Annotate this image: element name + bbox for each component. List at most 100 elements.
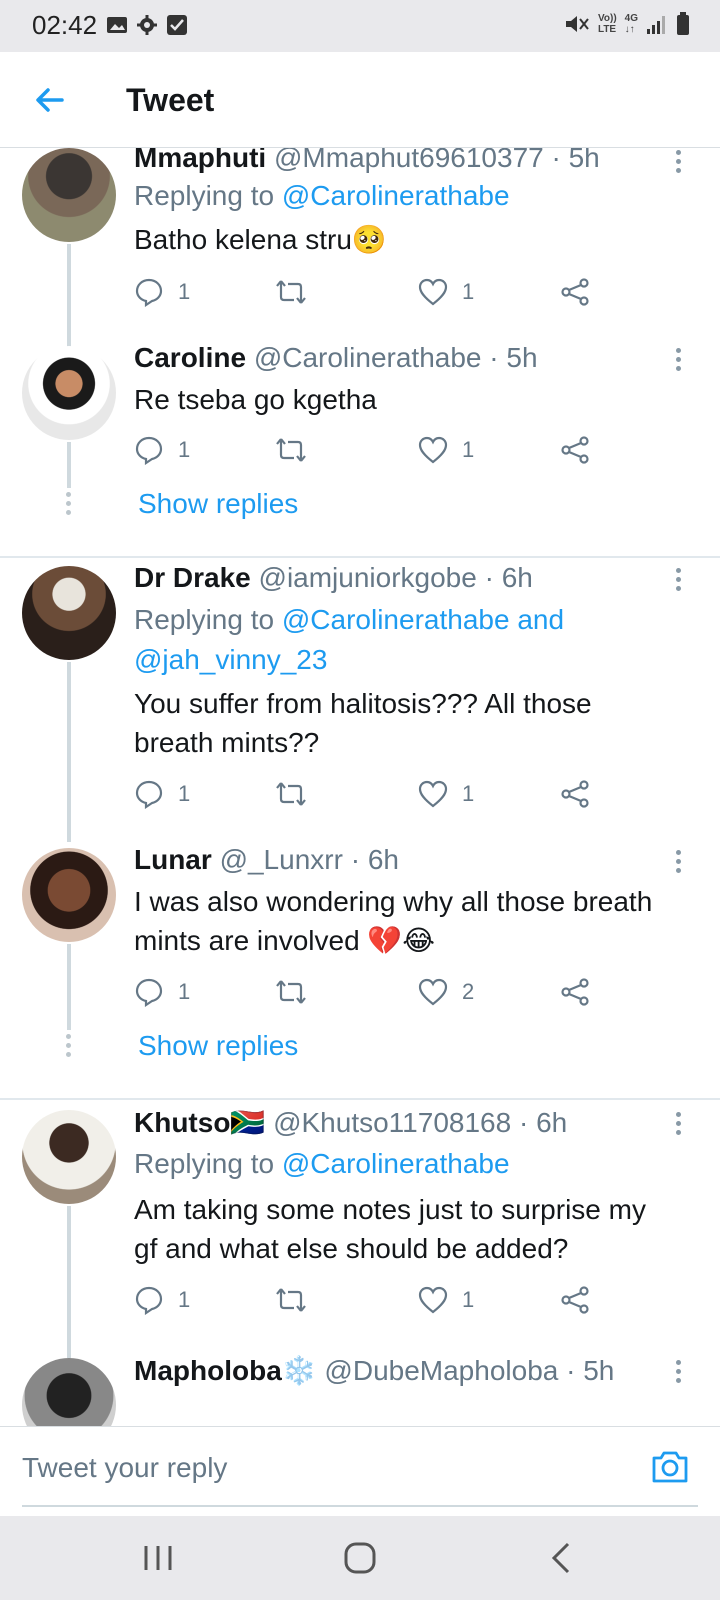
page-title: Tweet xyxy=(126,82,215,118)
more-options-icon[interactable] xyxy=(674,348,682,374)
replying-to: Replying to @Carolinerathabe and @jah_vi… xyxy=(134,604,565,675)
heart-icon xyxy=(418,278,448,306)
divider xyxy=(0,1098,720,1100)
avatar[interactable] xyxy=(22,346,116,440)
tweet-text: Am taking some notes just to surprise my… xyxy=(134,1194,646,1264)
divider xyxy=(0,556,720,558)
like-button[interactable]: 1 xyxy=(418,274,474,310)
user-handle[interactable]: @iamjuniorkgobe xyxy=(259,562,477,593)
thread-dots xyxy=(66,492,72,519)
more-options-icon[interactable] xyxy=(674,1112,682,1138)
retweet-button[interactable] xyxy=(274,1282,308,1318)
share-button[interactable] xyxy=(560,432,590,468)
avatar[interactable] xyxy=(22,1110,116,1204)
tweet-time: · 5h xyxy=(566,1355,615,1386)
reply-count: 1 xyxy=(178,279,191,304)
retweet-icon xyxy=(276,280,306,304)
replying-to: Replying to @Carolinerathabe xyxy=(134,1148,510,1179)
user-name[interactable]: Lunar xyxy=(134,844,212,875)
status-bar: 02:42 Vo)) LTE 4G ↓↑ xyxy=(0,0,720,52)
like-button[interactable]: 1 xyxy=(418,1282,474,1318)
share-icon xyxy=(561,978,589,1006)
arrow-left-icon[interactable] xyxy=(30,80,70,120)
retweet-button[interactable] xyxy=(274,432,308,468)
show-replies-link[interactable]: Show replies xyxy=(138,488,298,520)
tweet-header: Caroline @Carolinerathabe · 5h xyxy=(134,342,538,374)
more-options-icon[interactable] xyxy=(674,568,682,594)
retweet-button[interactable] xyxy=(274,974,308,1010)
thread-line xyxy=(67,1206,71,1358)
heart-icon xyxy=(418,780,448,808)
avatar[interactable] xyxy=(22,148,116,242)
reply-input[interactable] xyxy=(22,1441,622,1495)
reply-composer xyxy=(0,1426,720,1516)
tweet-header: Mmaphuti @Mmaphut69610377 · 5h xyxy=(134,148,600,174)
share-button[interactable] xyxy=(560,274,590,310)
reply-button[interactable]: 1 xyxy=(134,974,190,1010)
user-name[interactable]: Mapholoba❄️ xyxy=(134,1355,317,1386)
avatar[interactable] xyxy=(22,848,116,942)
share-icon xyxy=(561,1286,589,1314)
image-notification-icon xyxy=(107,17,127,33)
tweet-time: · 5h xyxy=(489,342,538,373)
tweet-header: Mapholoba❄️ @DubeMapholoba · 5h xyxy=(134,1354,614,1387)
user-handle[interactable]: @Khutso11708168 xyxy=(273,1107,511,1138)
recent-apps-icon[interactable] xyxy=(138,1538,178,1578)
user-handle[interactable]: @_Lunxrr xyxy=(220,844,343,875)
camera-icon[interactable] xyxy=(650,1449,690,1485)
user-name[interactable]: Mmaphuti xyxy=(134,148,266,173)
user-name[interactable]: Khutso🇿🇦 xyxy=(134,1107,265,1138)
reply-button[interactable]: 1 xyxy=(134,776,190,812)
thread-line xyxy=(67,244,71,348)
reply-button[interactable]: 1 xyxy=(134,432,190,468)
mention-link[interactable]: @Carolinerathabe and xyxy=(282,604,564,635)
reply-count: 1 xyxy=(178,781,191,806)
share-button[interactable] xyxy=(560,1282,590,1318)
mention-link[interactable]: @Carolinerathabe xyxy=(282,1148,510,1179)
mention-link[interactable]: @Carolinerathabe xyxy=(282,180,510,211)
tweet-actions: 1 1 xyxy=(134,432,614,468)
network-indicator: 4G ↓↑ xyxy=(624,13,638,35)
tweet-feed[interactable]: Mmaphuti @Mmaphut69610377 · 5h Replying … xyxy=(0,148,720,1426)
avatar[interactable] xyxy=(22,1358,116,1426)
tweet-text: Re tseba go kgetha xyxy=(134,384,377,415)
reply-button[interactable]: 1 xyxy=(134,1282,190,1318)
share-button[interactable] xyxy=(560,776,590,812)
retweet-icon xyxy=(276,980,306,1004)
tweet-actions: 1 1 xyxy=(134,776,614,812)
like-count: 1 xyxy=(462,279,475,304)
thread-dots xyxy=(66,1034,72,1061)
reply-button[interactable]: 1 xyxy=(134,274,190,310)
user-handle[interactable]: @DubeMapholoba xyxy=(324,1355,558,1386)
user-handle[interactable]: @Carolinerathabe xyxy=(254,342,482,373)
more-options-icon[interactable] xyxy=(674,150,682,176)
thread-line xyxy=(67,662,71,842)
user-name[interactable]: Caroline xyxy=(134,342,246,373)
reply-icon xyxy=(135,1286,163,1315)
like-button[interactable]: 1 xyxy=(418,776,474,812)
more-options-icon[interactable] xyxy=(674,1360,682,1386)
like-count: 1 xyxy=(462,1287,475,1312)
retweet-button[interactable] xyxy=(274,274,308,310)
user-name[interactable]: Dr Drake xyxy=(134,562,251,593)
retweet-icon xyxy=(276,438,306,462)
share-button[interactable] xyxy=(560,974,590,1010)
back-nav-icon[interactable] xyxy=(542,1538,582,1578)
retweet-icon xyxy=(276,1288,306,1312)
like-button[interactable]: 1 xyxy=(418,432,474,468)
show-replies-link[interactable]: Show replies xyxy=(138,1030,298,1062)
home-icon[interactable] xyxy=(340,1538,380,1578)
system-nav-bar xyxy=(0,1516,720,1600)
like-button[interactable]: 2 xyxy=(418,974,474,1010)
reply-count: 1 xyxy=(178,979,191,1004)
avatar[interactable] xyxy=(22,566,116,660)
tweet-time: · 6h xyxy=(350,844,399,875)
tweet-text: You suffer from halitosis??? All those br… xyxy=(134,688,592,758)
share-icon xyxy=(561,780,589,808)
reply-icon xyxy=(135,436,163,465)
retweet-button[interactable] xyxy=(274,776,308,812)
tweet-actions: 1 1 xyxy=(134,274,614,310)
more-options-icon[interactable] xyxy=(674,850,682,876)
user-handle[interactable]: @Mmaphut69610377 xyxy=(274,148,544,173)
mention-link[interactable]: @jah_vinny_23 xyxy=(134,644,327,675)
